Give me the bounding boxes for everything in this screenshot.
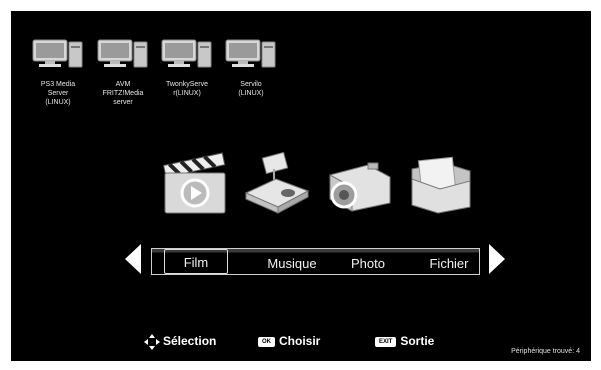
server-servilo[interactable]: Servilo (LINUX) bbox=[221, 38, 281, 98]
computer-icon bbox=[32, 39, 83, 68]
tv-screen: PS3 Media Server (LINUX) AVM FRITZ!Media… bbox=[11, 11, 591, 361]
devices-found-status: Périphérique trouvé: 4 bbox=[511, 348, 580, 355]
server-label: Servilo (LINUX) bbox=[238, 81, 264, 97]
clapperboard-icon[interactable] bbox=[159, 149, 231, 217]
server-label: TwonkyServe r(LINUX) bbox=[165, 81, 209, 97]
hint-choose-label: Choisir bbox=[279, 334, 321, 348]
scroll-right-arrow[interactable] bbox=[489, 244, 505, 274]
projector-icon[interactable] bbox=[240, 149, 312, 217]
computer-icon bbox=[97, 39, 148, 68]
server-twonky[interactable]: TwonkyServe r(LINUX) bbox=[157, 38, 217, 98]
hint-exit: EXIT Sortie bbox=[375, 334, 434, 348]
menu-item-musique[interactable]: Musique bbox=[261, 249, 323, 274]
server-label: PS3 Media Server (LINUX) bbox=[40, 81, 76, 106]
folder-icon[interactable] bbox=[404, 149, 476, 217]
hint-exit-label: Sortie bbox=[400, 334, 435, 348]
server-avm-fritz-media[interactable]: AVM FRITZ!Media server bbox=[93, 38, 153, 107]
exit-key-icon: EXIT bbox=[375, 336, 397, 347]
category-menu: Film Musique Photo Fichier bbox=[151, 248, 480, 275]
server-label: AVM FRITZ!Media server bbox=[102, 81, 144, 106]
scroll-left-arrow[interactable] bbox=[125, 244, 141, 274]
computer-icon bbox=[225, 39, 276, 68]
hint-selection: Sélection bbox=[144, 334, 216, 350]
hint-selection-label: Sélection bbox=[163, 334, 217, 349]
server-ps3-media-server[interactable]: PS3 Media Server (LINUX) bbox=[28, 38, 88, 107]
menu-item-photo[interactable]: Photo bbox=[342, 249, 394, 274]
menu-item-fichier[interactable]: Fichier bbox=[420, 249, 478, 274]
dpad-icon bbox=[144, 334, 160, 350]
camera-icon[interactable] bbox=[322, 149, 394, 217]
hint-choose: OK Choisir bbox=[258, 334, 320, 348]
menu-item-film[interactable]: Film bbox=[164, 249, 228, 274]
computer-icon bbox=[161, 39, 212, 68]
ok-key-icon: OK bbox=[258, 336, 275, 347]
